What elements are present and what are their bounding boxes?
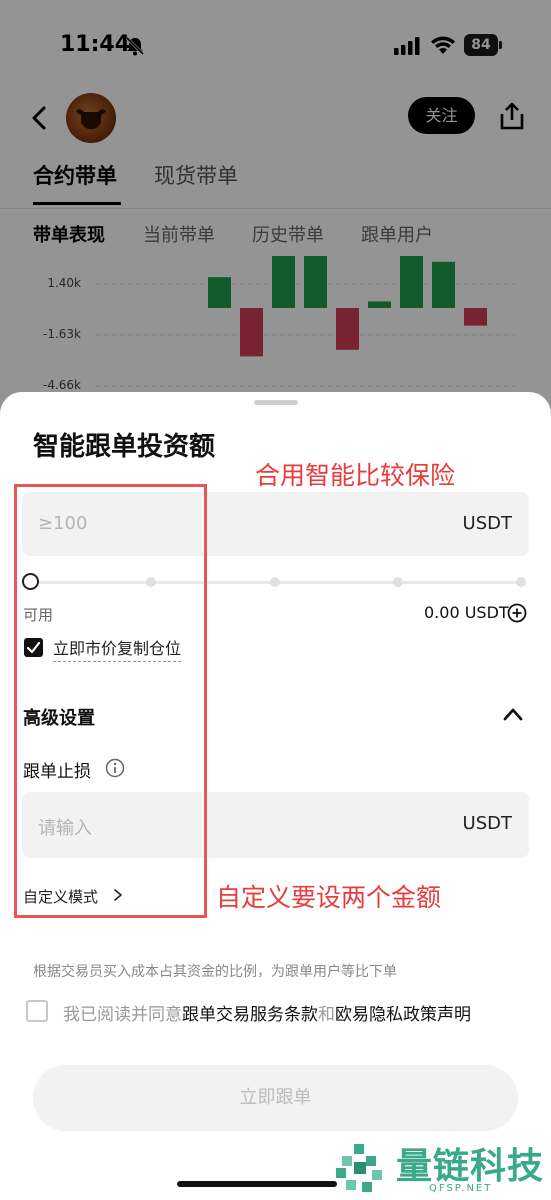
amount-unit: USDT bbox=[462, 513, 512, 534]
copy-trade-sheet: 智能跟单投资额 合用智能比较保险 ≥100 USDT 可用 0.00 USDT … bbox=[0, 392, 551, 1200]
watermark-logo-icon bbox=[336, 1144, 382, 1192]
home-indicator[interactable] bbox=[177, 1181, 337, 1187]
submit-copy-button[interactable]: 立即跟单 bbox=[33, 1065, 518, 1131]
slider-stop[interactable] bbox=[516, 577, 526, 587]
terms-link[interactable]: 跟单交易服务条款 bbox=[182, 1005, 318, 1025]
chevron-up-icon[interactable] bbox=[502, 706, 524, 722]
stop-loss-unit: USDT bbox=[462, 813, 512, 834]
privacy-link[interactable]: 欧易隐私政策声明 bbox=[335, 1005, 471, 1025]
sheet-drag-handle[interactable] bbox=[254, 400, 298, 405]
slider-stop[interactable] bbox=[270, 577, 280, 587]
sheet-title: 智能跟单投资额 bbox=[33, 432, 216, 462]
annotation-top: 合用智能比较保险 bbox=[255, 461, 456, 490]
watermark-sub: QFSP.NET bbox=[429, 1183, 493, 1194]
available-value: 0.00 USDT bbox=[424, 603, 509, 622]
annotation-bottom: 自定义要设两个金额 bbox=[216, 883, 442, 912]
slider-stop[interactable] bbox=[393, 577, 403, 587]
add-funds-icon[interactable] bbox=[507, 603, 527, 623]
annotation-highlight-box bbox=[14, 484, 207, 918]
watermark: 量链科技 QFSP.NET bbox=[330, 1136, 551, 1200]
watermark-text: 量链科技 bbox=[396, 1146, 545, 1187]
agree-prefix: 我已阅读并同意 bbox=[63, 1005, 182, 1025]
agree-and: 和 bbox=[318, 1005, 335, 1025]
agree-checkbox[interactable] bbox=[26, 1000, 48, 1022]
agreement-text: 我已阅读并同意跟单交易服务条款和欧易隐私政策声明 bbox=[63, 1000, 471, 1025]
copy-description: 根据交易员买入成本占其资金的比例，为跟单用户等比下单 bbox=[33, 964, 397, 980]
